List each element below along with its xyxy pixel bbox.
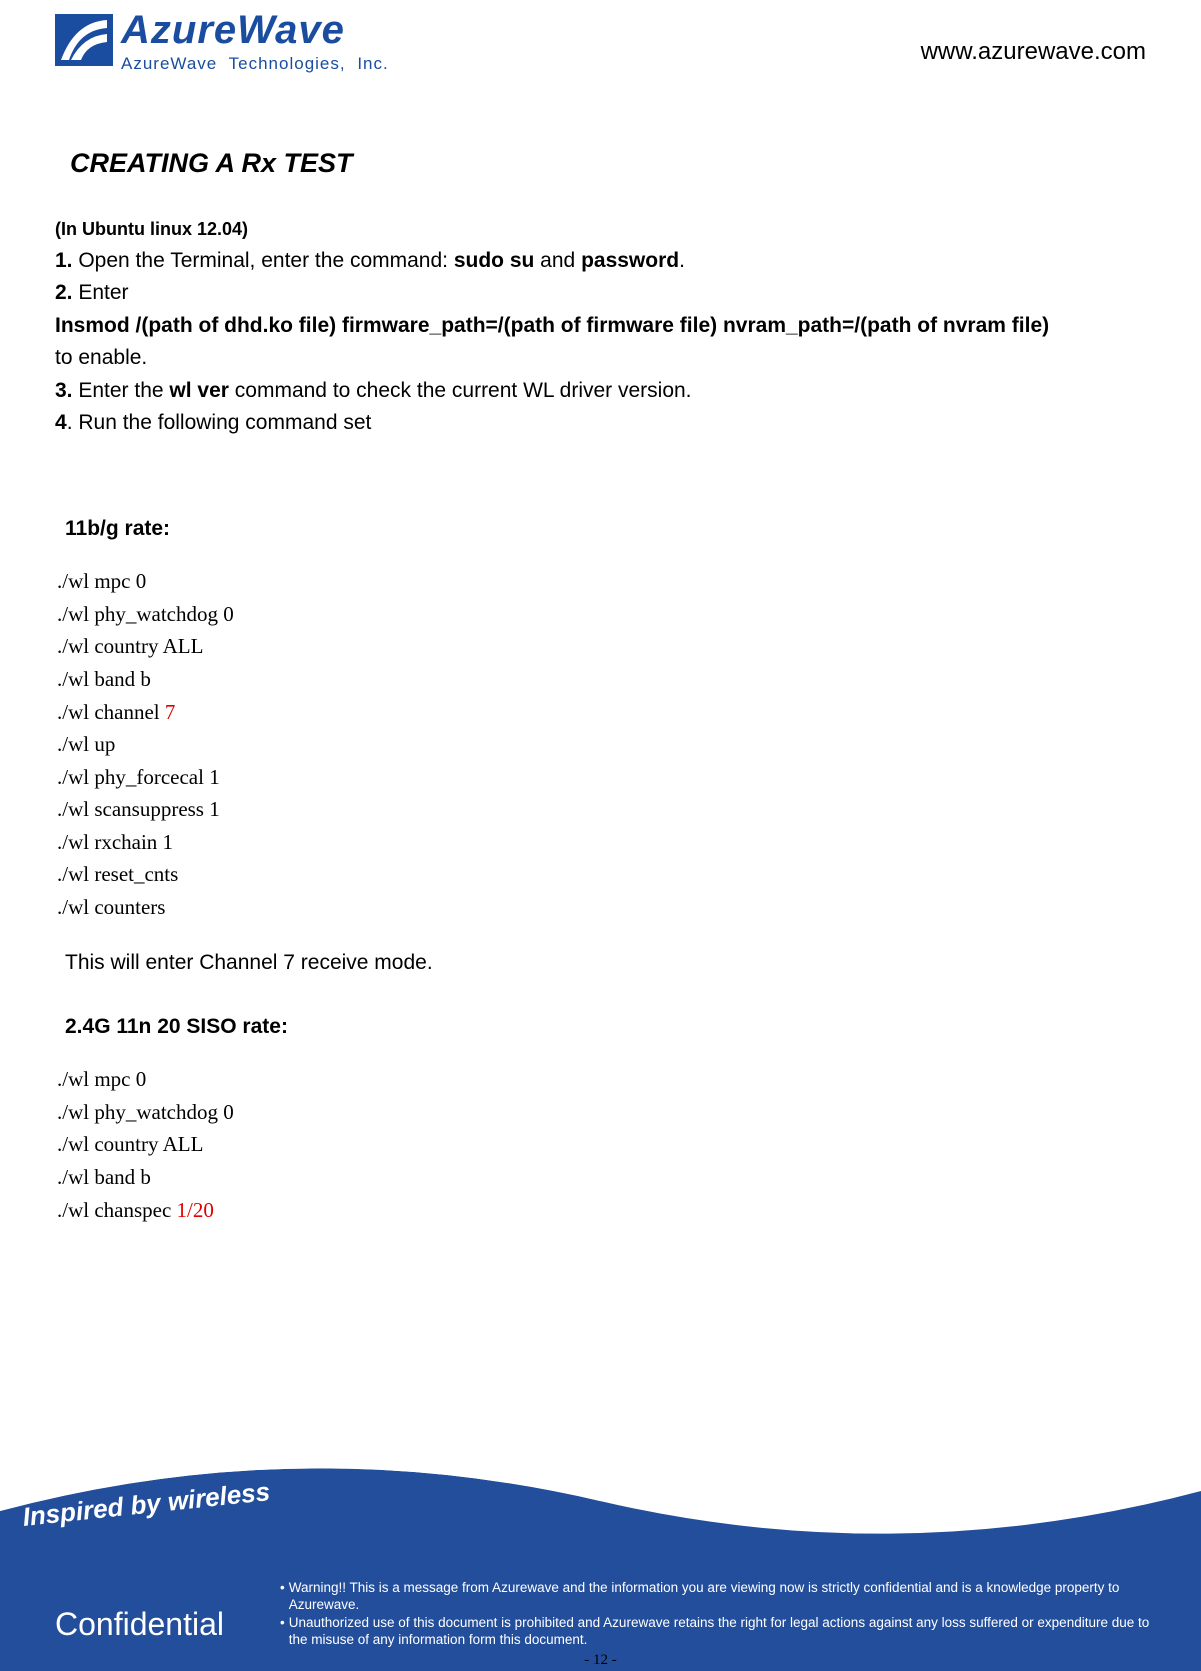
confidential-label: Confidential — [55, 1606, 224, 1643]
step-text: Enter — [73, 281, 129, 304]
cmd-red-value: 7 — [165, 700, 176, 724]
cmd: ./wl country ALL — [57, 630, 1146, 663]
step-bold: password — [581, 249, 679, 272]
page-number: - 12 - — [584, 1652, 617, 1669]
os-subtitle: (In Ubuntu linux 12.04) — [55, 219, 1146, 240]
cmd: ./wl mpc 0 — [57, 1063, 1146, 1096]
step-number: 4 — [55, 411, 67, 434]
command-list-11bg: ./wl mpc 0 ./wl phy_watchdog 0 ./wl coun… — [55, 565, 1146, 923]
cmd: ./wl band b — [57, 663, 1146, 696]
cmd: ./wl phy_watchdog 0 — [57, 598, 1146, 631]
step-text: and — [534, 249, 581, 272]
step-bold: sudo su — [454, 249, 535, 272]
content: CREATING A Rx TEST (In Ubuntu linux 12.0… — [0, 100, 1201, 1226]
cmd: ./wl mpc 0 — [57, 565, 1146, 598]
cmd: ./wl counters — [57, 891, 1146, 924]
company-url: www.azurewave.com — [921, 38, 1146, 66]
step-bold: wl ver — [169, 379, 229, 402]
company-name: AzureWave Technologies, Inc. — [121, 54, 389, 74]
step-text: Open the Terminal, enter the command: — [73, 249, 454, 272]
bullet-icon: • — [280, 1614, 285, 1649]
page-title: CREATING A Rx TEST — [70, 148, 1146, 179]
step-number: 1. — [55, 249, 73, 272]
page-footer: Inspired by wireless Confidential •Warni… — [0, 1441, 1201, 1671]
cmd: ./wl phy_watchdog 0 — [57, 1096, 1146, 1129]
cmd: ./wl up — [57, 728, 1146, 761]
section-note: This will enter Channel 7 receive mode. — [65, 951, 1146, 975]
cmd-red-value: 1/20 — [177, 1198, 214, 1222]
step-text: Enter the — [73, 379, 170, 402]
cmd-text: ./wl chanspec — [57, 1198, 177, 1222]
step-text: . Run the following command set — [67, 411, 372, 434]
cmd: ./wl country ALL — [57, 1128, 1146, 1161]
insmod-command: Insmod /(path of dhd.ko file) firmware_p… — [55, 311, 1146, 340]
disclaimer-line: Warning!! This is a message from Azurewa… — [289, 1579, 1161, 1614]
step-4: 4. Run the following command set — [55, 408, 1146, 437]
rate-heading-11n20: 2.4G 11n 20 SISO rate: — [65, 1015, 1146, 1039]
cmd: ./wl reset_cnts — [57, 858, 1146, 891]
cmd: ./wl band b — [57, 1161, 1146, 1194]
cmd-text: ./wl channel — [57, 700, 165, 724]
step-text: command to check the current WL driver v… — [229, 379, 692, 402]
step-number: 3. — [55, 379, 73, 402]
step-2: 2. Enter — [55, 278, 1146, 307]
disclaimer: •Warning!! This is a message from Azurew… — [280, 1579, 1161, 1649]
page-header: AzureWave AzureWave Technologies, Inc. w… — [0, 0, 1201, 100]
step-text: . — [679, 249, 685, 272]
brand-name: AzureWave — [121, 10, 389, 50]
step-2-end: to enable. — [55, 343, 1146, 372]
bullet-icon: • — [280, 1579, 285, 1614]
step-3: 3. Enter the wl ver command to check the… — [55, 376, 1146, 405]
cmd: ./wl scansuppress 1 — [57, 793, 1146, 826]
step-number: 2. — [55, 281, 73, 304]
cmd: ./wl rxchain 1 — [57, 826, 1146, 859]
step-1: 1. Open the Terminal, enter the command:… — [55, 246, 1146, 275]
cmd-chanspec: ./wl chanspec 1/20 — [57, 1194, 1146, 1227]
command-list-11n20: ./wl mpc 0 ./wl phy_watchdog 0 ./wl coun… — [55, 1063, 1146, 1226]
cmd: ./wl phy_forcecal 1 — [57, 761, 1146, 794]
disclaimer-line: Unauthorized use of this document is pro… — [289, 1614, 1161, 1649]
cmd-channel: ./wl channel 7 — [57, 696, 1146, 729]
rate-heading-11bg: 11b/g rate: — [65, 517, 1146, 541]
azurewave-logo-icon — [55, 14, 113, 66]
